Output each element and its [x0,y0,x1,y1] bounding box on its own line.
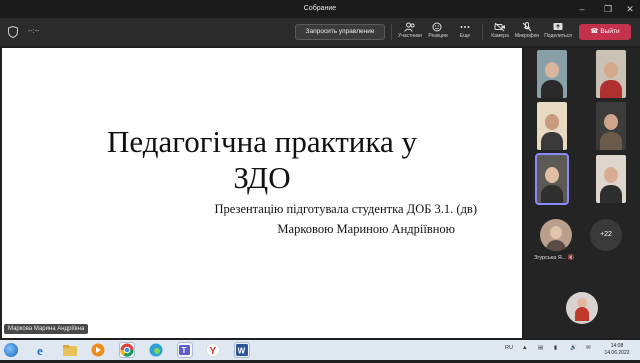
presenter-name-tag: Маркова Марина Андріївна [4,324,89,334]
file-explorer-icon[interactable] [62,342,78,358]
participant-video-tile-active-speaker[interactable] [535,153,569,205]
more-label: Еще [459,33,471,39]
microphone-button[interactable]: Микрофон [510,22,544,44]
leave-label: Выйти [600,28,620,35]
share-label: Поделиться [544,33,572,39]
title-bar: Собрание – ❐ ✕ [0,0,640,18]
participant-video-tile[interactable] [596,155,626,203]
volume-icon[interactable]: 🔊 [570,345,577,351]
teams-icon[interactable]: T [177,342,193,358]
mic-muted-icon: 🔇 [567,255,575,261]
word-icon[interactable]: W [234,342,250,358]
share-screen-icon [553,23,563,30]
participant-video-tile[interactable] [537,102,567,150]
participant-avatar[interactable] [540,219,572,251]
participant-name: Згурська Я... [534,255,567,261]
svg-text:Y: Y [210,346,217,357]
participant-video-tile[interactable] [596,50,626,98]
close-icon[interactable]: ✕ [622,2,638,16]
meeting-timer: --:-- [28,28,40,35]
more-participants-count[interactable]: +22 [590,219,622,251]
svg-text:T: T [182,346,187,355]
request-control-button[interactable]: Запросить управление [295,24,385,40]
internet-explorer-icon[interactable]: e [34,342,50,358]
start-button-icon[interactable] [4,343,18,357]
notification-icon[interactable]: ✉ [586,345,591,351]
slide-title-line-1: Педагогічна практика у [107,124,417,159]
media-player-icon[interactable] [90,342,106,358]
svg-text:e: e [37,343,43,358]
slide-subtitle-line-2: Марковою Мариною Андріївною [277,222,455,236]
shield-icon [8,26,18,38]
slide-title-line-2: ЗДО [233,160,291,195]
chrome-icon[interactable] [119,342,135,358]
os-taskbar: e T Y W RU ▲ ▤ ▮ 🔊 ✉ 14:08 14.06.2022 [0,340,640,360]
meeting-toolbar: --:-- Запросить управление Участники Реа… [0,18,640,46]
language-indicator[interactable]: RU [505,345,513,351]
network-icon[interactable]: ▤ [538,345,543,351]
more-button[interactable]: Еще [448,22,482,44]
microphone-muted-icon [522,22,532,32]
divider [391,24,392,40]
phone-hangup-icon: ☎ [590,28,599,35]
participant-video-tile[interactable] [537,50,567,98]
camera-off-icon [494,22,505,32]
system-clock[interactable]: 14:08 14.06.2022 [600,343,634,357]
tray-chevron-icon[interactable]: ▲ [522,345,527,351]
self-avatar[interactable] [566,292,598,324]
clock-date: 14.06.2022 [604,350,630,356]
microphone-label: Микрофон [514,33,540,39]
svg-text:W: W [238,347,246,356]
window-title: Собрание [303,5,337,12]
shared-content-stage: Педагогічна практика у ЗДО Презентацію п… [2,48,522,338]
reactions-icon [432,22,442,32]
participants-icon [404,22,415,32]
more-options-icon [460,26,470,28]
share-button[interactable]: Поделиться [541,22,575,44]
yandex-browser-icon[interactable]: Y [205,342,221,358]
slide-subtitle-line-1: Презентацію підготувала студентка ДОБ 3.… [214,202,477,216]
minimize-icon[interactable]: – [574,2,590,16]
edge-icon[interactable] [148,342,164,358]
participant-video-tile[interactable] [596,102,626,150]
leave-button[interactable]: ☎ Выйти [579,24,631,40]
battery-icon[interactable]: ▮ [554,345,557,351]
participant-name-label: Згурська Я... 🔇 [534,255,575,261]
maximize-icon[interactable]: ❐ [600,2,616,16]
clock-time: 14:08 [610,343,624,349]
